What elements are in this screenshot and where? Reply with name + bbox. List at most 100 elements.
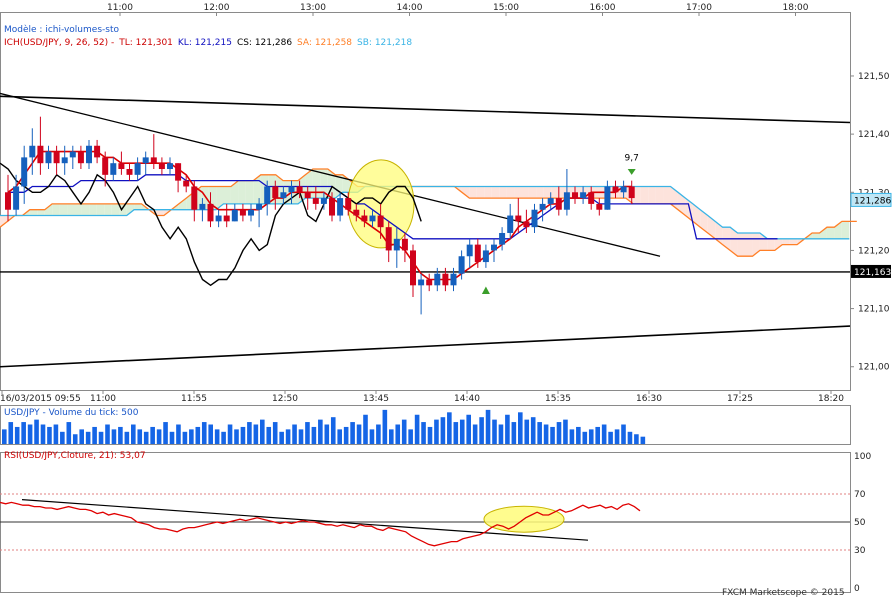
volume-bar <box>389 429 394 444</box>
candle-bull <box>69 151 76 158</box>
volume-bar <box>427 426 433 444</box>
candle-bull <box>563 192 570 210</box>
volume-bar <box>182 431 188 444</box>
top-time-label: 16:00 <box>590 3 616 13</box>
volume-bar <box>369 429 375 444</box>
volume-bar <box>208 424 213 444</box>
top-time-label: 15:00 <box>493 3 519 13</box>
legend-item: SA: 121,258 <box>297 38 353 48</box>
volume-bar <box>627 431 633 444</box>
volume-bar <box>414 414 420 444</box>
kumo-cloud-segment <box>89 203 97 216</box>
candle-bear <box>555 198 562 210</box>
buy-arrow-icon <box>481 286 490 295</box>
y-tick-label: 121,00 <box>858 363 890 373</box>
volume-bar <box>195 426 201 444</box>
candle-bear <box>596 203 603 210</box>
kumo-cloud-segment <box>528 186 537 199</box>
kumo-cloud-segment <box>745 232 753 257</box>
volume-bar <box>601 424 607 444</box>
candle-bull <box>434 273 441 286</box>
volume-bar <box>330 417 336 444</box>
candle-bear <box>329 198 335 216</box>
kumo-cloud-segment <box>543 186 552 199</box>
volume-bar <box>337 429 342 444</box>
candle-bull <box>604 186 611 210</box>
volume-bar <box>163 422 168 444</box>
volume-bar <box>395 424 401 444</box>
candle-bear <box>442 273 449 286</box>
chart-canvas: 121,50121,40121,30121,20121,10121,0011:0… <box>0 3 892 594</box>
volume-bar <box>214 429 220 444</box>
candle-bull <box>458 256 465 274</box>
kumo-cloud-segment <box>238 180 246 204</box>
volume-bar <box>92 426 97 444</box>
volume-bar <box>614 429 620 444</box>
kumo-cloud-segment <box>491 186 500 199</box>
kumo-cloud-segment <box>223 186 231 204</box>
volume-bar <box>85 431 91 444</box>
volume-bar <box>588 429 594 444</box>
volume-bar <box>98 431 104 444</box>
volume-bar <box>376 424 381 444</box>
rsi-tick-label: 0 <box>854 584 860 594</box>
kumo-cloud-segment <box>469 186 477 199</box>
rsi-tick-label: 50 <box>854 518 866 528</box>
volume-bar <box>247 422 252 444</box>
candle-bull <box>507 215 514 233</box>
candle-bear <box>126 169 133 175</box>
kumo-cloud-segment <box>44 203 53 216</box>
sell-arrow-icon <box>627 169 636 175</box>
candle-bear <box>272 186 279 199</box>
volume-bar <box>40 424 46 444</box>
volume-bar <box>176 424 181 444</box>
candle-bear <box>239 209 246 216</box>
bottom-time-label: 16/03/2015 09:55 <box>0 394 81 404</box>
y-tick-label: 121,10 <box>858 305 890 315</box>
volume-bar <box>563 419 568 444</box>
candle-bull <box>337 198 344 216</box>
volume-bar <box>53 424 59 444</box>
volume-bar <box>318 419 323 444</box>
volume-bar <box>434 419 439 444</box>
kumo-cloud-segment <box>648 186 656 204</box>
kumo-cloud-segment <box>156 209 164 216</box>
volume-bar <box>221 431 226 444</box>
candle-bear <box>207 203 214 222</box>
volume-bar <box>137 429 143 444</box>
top-time-label: 14:00 <box>397 3 423 13</box>
candle-bull <box>86 145 92 164</box>
volume-bar <box>21 422 26 444</box>
candle-bull <box>264 186 271 204</box>
volume-bar <box>472 424 478 444</box>
kumo-cloud-segment <box>461 186 470 199</box>
bottom-time-label: 11:55 <box>181 394 207 404</box>
kumo-cloud-segment <box>312 169 321 199</box>
volume-bar <box>343 426 349 444</box>
candle-bear <box>572 192 578 199</box>
volume-bar <box>189 429 194 444</box>
volume-bar <box>595 426 600 444</box>
volume-bar <box>543 424 549 444</box>
volume-bar <box>582 431 588 444</box>
volume-bar <box>556 422 562 444</box>
volume-bar <box>530 417 536 444</box>
kumo-cloud-segment <box>551 186 559 199</box>
legend-item: TL: 121,301 <box>119 38 173 48</box>
volume-bar <box>227 424 233 444</box>
kumo-cloud-segment <box>104 203 112 216</box>
rsi-tick-label: 100 <box>854 452 871 462</box>
volume-bar <box>492 419 497 444</box>
kumo-cloud-segment <box>476 186 485 199</box>
kumo-cloud-segment <box>767 238 775 251</box>
volume-bar <box>485 409 491 444</box>
kumo-cloud-segment <box>655 186 664 204</box>
volume-bar <box>156 429 162 444</box>
volume-bar <box>518 412 523 444</box>
candle-bear <box>612 186 619 193</box>
volume-bar <box>285 429 291 444</box>
bottom-time-label: 18:20 <box>818 394 844 404</box>
volume-bar <box>143 431 149 444</box>
kumo-cloud-segment <box>841 221 850 239</box>
volume-bar <box>60 431 65 444</box>
